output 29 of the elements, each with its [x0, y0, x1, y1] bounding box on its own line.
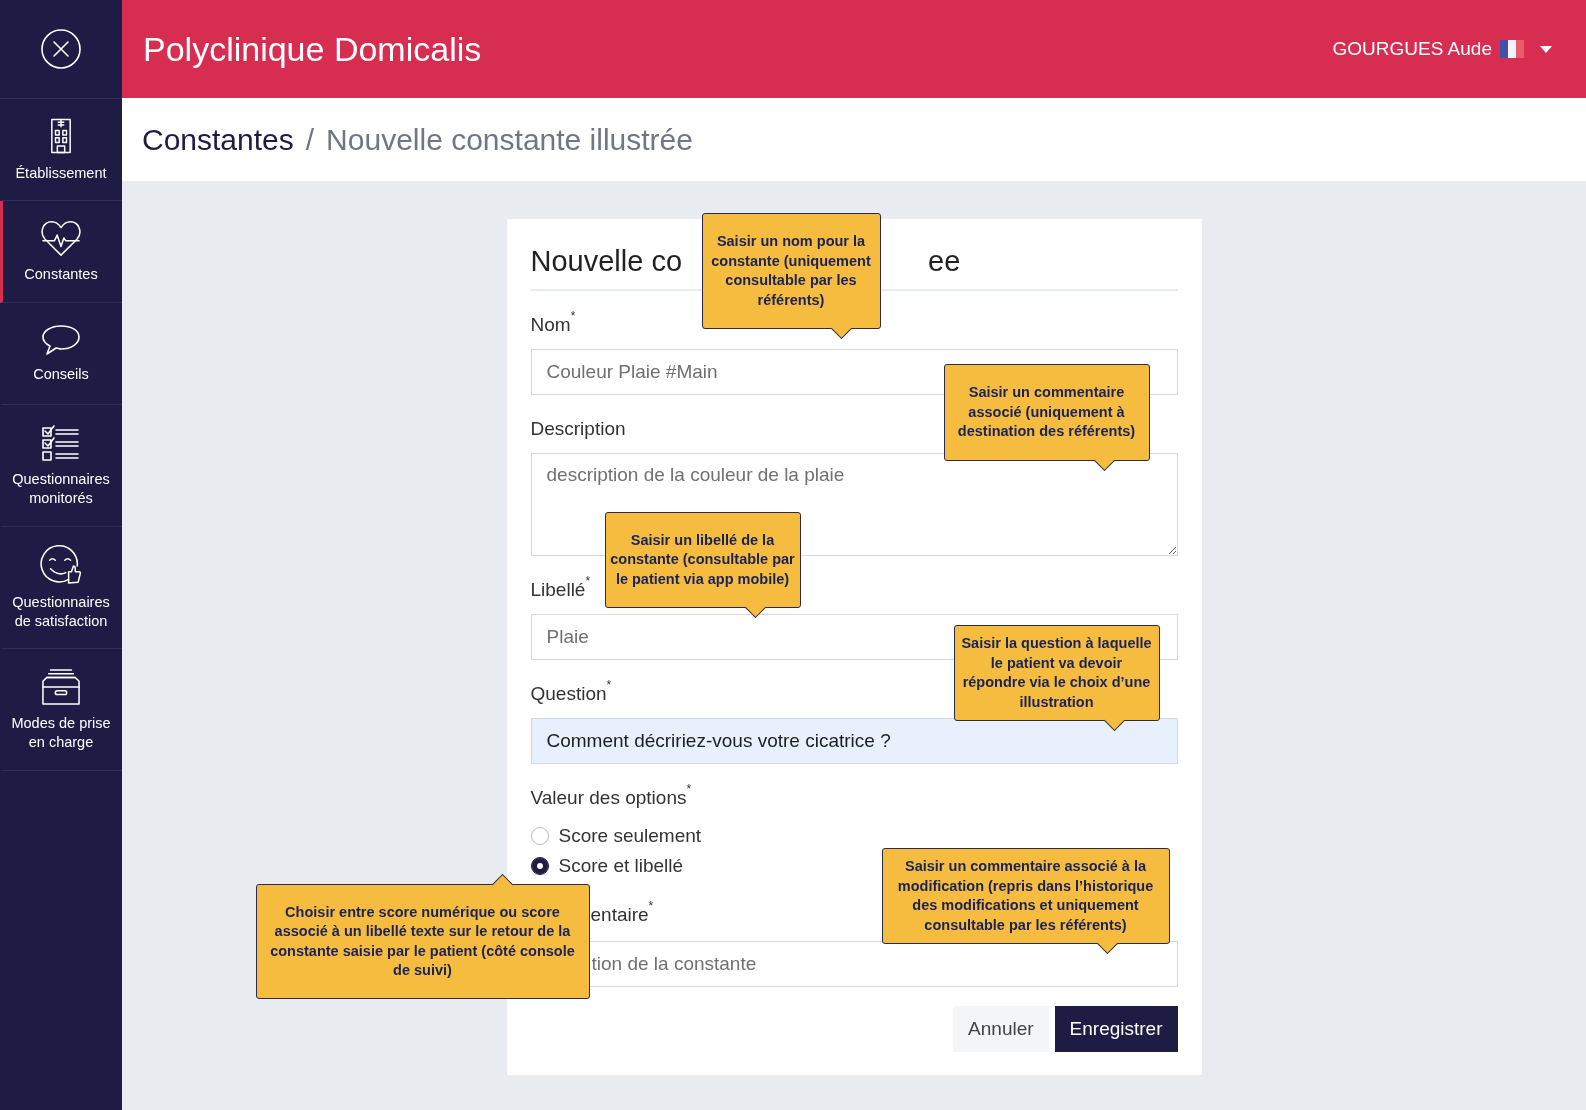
radio-button[interactable]: [530, 857, 549, 875]
save-button[interactable]: Enregistrer: [1054, 1006, 1178, 1052]
cancel-button[interactable]: Annuler: [953, 1006, 1049, 1052]
page-title: Nouvelle constante illustrée: [326, 122, 693, 157]
user-menu[interactable]: GOURGUES Aude: [1332, 38, 1552, 60]
form-heading: Nouvelle co: [530, 244, 683, 279]
close-button[interactable]: [40, 28, 82, 70]
heart-pulse-icon: [40, 219, 82, 257]
archive-box-icon: [41, 667, 81, 706]
speech-bubble-icon: [41, 323, 81, 357]
field-label: Description: [530, 417, 626, 441]
input-field[interactable]: Comment décririez-vous votre cicatrice ?: [530, 718, 1178, 764]
callout-tooltip: Saisir la question à laquelle le patient va devoir répondre via le choix d’une illustration: [953, 625, 1160, 733]
building-icon: [50, 116, 72, 156]
breadcrumb-link[interactable]: Constantes: [142, 122, 294, 157]
field-label: Valeur des options$^{*}$: [530, 786, 692, 810]
app-title: Polyclinique Domicalis: [143, 29, 482, 69]
form-heading: ee: [928, 244, 961, 279]
radio-button[interactable]: [530, 827, 549, 845]
checklist-icon: [41, 423, 81, 462]
smiley-thumb-icon: [40, 544, 82, 585]
field-label: Question$^{*}$: [530, 682, 612, 706]
caret-icon: [1540, 45, 1552, 53]
breadcrumb-separator: /: [305, 122, 315, 157]
field-label: entaire$^{*}$: [590, 903, 654, 927]
radio-label[interactable]: Score seulement: [558, 825, 702, 847]
field-label: Libellé$^{*}$: [530, 578, 591, 602]
field-label: Nom$^{*}$: [530, 313, 576, 337]
flag-icon: [1500, 40, 1524, 58]
